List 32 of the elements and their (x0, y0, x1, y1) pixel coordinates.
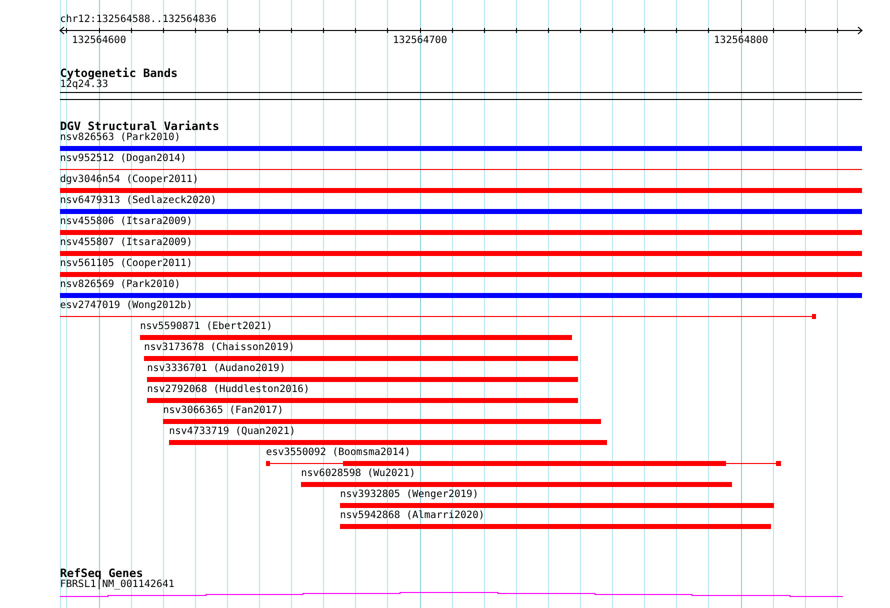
variant-label: nsv6028598 (Wu2021) (301, 468, 416, 480)
variant-line (726, 463, 776, 464)
variant-label: esv2747019 (Wong2012b) (60, 300, 192, 312)
variant-label: nsv455807 (Itsara2009) (60, 237, 192, 249)
variant-label: nsv3336701 (Audano2019) (147, 363, 286, 375)
variant-label: nsv5942868 (Almarri2020) (340, 510, 484, 522)
variant-label: nsv2792068 (Huddleston2016) (147, 384, 310, 396)
ruler-tick-label: 132564700 (392, 35, 448, 46)
variant-label: nsv952512 (Dogan2014) (60, 153, 186, 165)
variant-end-box (266, 461, 270, 466)
variant-label: nsv455806 (Itsara2009) (60, 216, 192, 228)
location-text: chr12:132564588..132564836 (60, 14, 218, 26)
variant-label: nsv826563 (Park2010) (60, 132, 180, 144)
ruler-tick-label: 132564800 (714, 35, 768, 46)
variant-label: esv3550092 (Boomsma2014) (266, 447, 410, 459)
variant-label: nsv826569 (Park2010) (60, 279, 180, 291)
variant-label: nsv5590871 (Ebert2021) (140, 321, 272, 333)
variant-label: dgv3046n54 (Cooper2011) (60, 174, 198, 186)
variant-label: nsv4733719 (Quan2021) (169, 426, 296, 438)
variant-label: nsv6479313 (Sedlazeck2020) (60, 195, 217, 207)
variant-label: nsv3066365 (Fan2017) (163, 405, 284, 417)
track-title: DGV Structural Variants (60, 120, 220, 132)
variant-label: nsv3932805 (Wenger2019) (340, 489, 478, 501)
gene-label: FBRSL1|NM_001142641 (60, 579, 176, 591)
variant-label: nsv3173678 (Chaisson2019) (144, 342, 295, 354)
ruler-tick-label: 132564600 (72, 35, 126, 46)
track-title: Cytogenetic Bands (60, 67, 179, 79)
track-title: RefSeq Genes (60, 567, 144, 579)
variant-end-box (812, 314, 816, 319)
variant-end-box (776, 461, 781, 466)
band-label: 12q24.33 (60, 79, 108, 91)
variant-label: nsv561105 (Cooper2011) (60, 258, 192, 270)
